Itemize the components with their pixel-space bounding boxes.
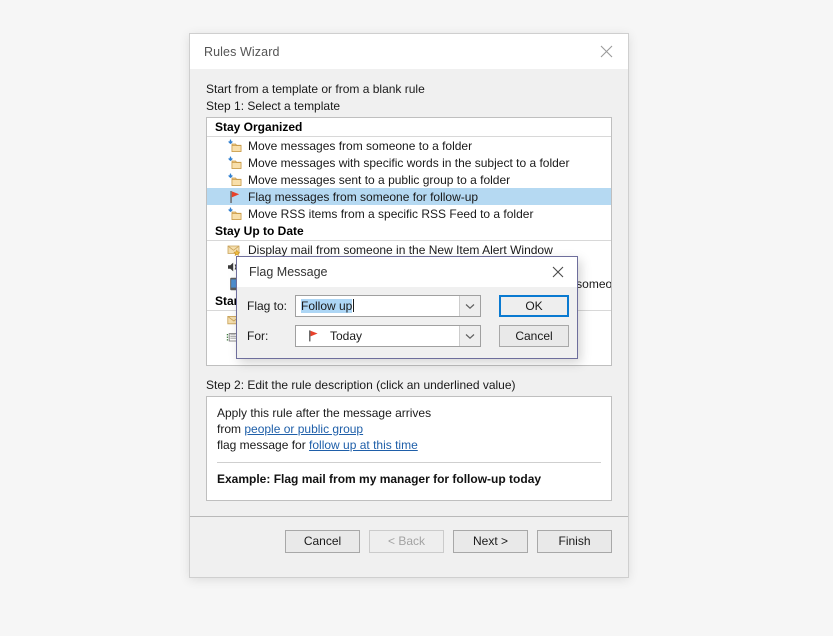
folder-move-icon bbox=[225, 206, 243, 222]
rule-line-2: from people or public group bbox=[217, 421, 601, 437]
folder-move-icon bbox=[225, 172, 243, 188]
rule-line-3-prefix: flag message for bbox=[217, 438, 310, 452]
for-combobox[interactable]: Today bbox=[295, 325, 481, 347]
wizard-intro-text: Start from a template or from a blank ru… bbox=[206, 82, 425, 96]
template-item-selected[interactable]: Flag messages from someone for follow-up bbox=[207, 188, 611, 205]
template-item-label: Move messages sent to a public group to … bbox=[248, 172, 511, 187]
rule-link-people-or-public-group[interactable]: people or public group bbox=[244, 422, 363, 436]
step1-label: Step 1: Select a template bbox=[206, 99, 341, 113]
step2-label: Step 2: Edit the rule description (click… bbox=[206, 378, 516, 392]
template-item-label: Flag messages from someone for follow-up bbox=[248, 189, 479, 204]
flag-dialog-title: Flag Message bbox=[249, 265, 328, 279]
flag-to-row: Flag to: Follow up bbox=[247, 295, 481, 317]
back-button: < Back bbox=[369, 530, 444, 553]
finish-button[interactable]: Finish bbox=[537, 530, 612, 553]
red-flag-icon bbox=[296, 329, 330, 343]
template-item-label: Move messages from someone to a folder bbox=[248, 138, 473, 153]
template-item[interactable]: Move RSS items from a specific RSS Feed … bbox=[207, 205, 611, 222]
flag-to-input[interactable]: Follow up bbox=[296, 296, 459, 316]
template-item-label: Move messages with specific words in the… bbox=[248, 155, 570, 170]
cancel-button[interactable]: Cancel bbox=[285, 530, 360, 553]
ok-button[interactable]: OK bbox=[499, 295, 569, 317]
cancel-button[interactable]: Cancel bbox=[499, 325, 569, 347]
flag-dialog-title-bar: Flag Message bbox=[237, 257, 577, 287]
flag-dialog-body: Flag to: Follow up For: Today OK Cancel bbox=[237, 287, 577, 358]
rule-line-2-prefix: from bbox=[217, 422, 245, 436]
red-flag-icon bbox=[225, 189, 243, 205]
folder-move-icon bbox=[225, 155, 243, 171]
template-item[interactable]: Move messages sent to a public group to … bbox=[207, 171, 611, 188]
close-icon[interactable] bbox=[539, 257, 577, 287]
text-caret bbox=[353, 299, 355, 312]
footer-button-bar: Cancel < Back Next > Finish bbox=[190, 517, 628, 553]
next-button[interactable]: Next > bbox=[453, 530, 528, 553]
window-title: Rules Wizard bbox=[204, 44, 280, 59]
folder-move-icon bbox=[225, 138, 243, 154]
group-header-stay-organized: Stay Organized bbox=[207, 118, 611, 137]
chevron-down-icon[interactable] bbox=[459, 296, 480, 316]
for-label: For: bbox=[247, 329, 269, 343]
description-divider bbox=[217, 462, 601, 463]
rule-example-text: Example: Flag mail from my manager for f… bbox=[217, 472, 542, 486]
rule-link-follow-up-at-this-time[interactable]: follow up at this time bbox=[309, 438, 418, 452]
flag-to-label: Flag to: bbox=[247, 299, 288, 313]
rule-line-1: Apply this rule after the message arrive… bbox=[217, 406, 432, 420]
rule-description-box[interactable]: Apply this rule after the message arrive… bbox=[206, 396, 612, 501]
flag-to-combobox[interactable]: Follow up bbox=[295, 295, 481, 317]
template-item-label: Move RSS items from a specific RSS Feed … bbox=[248, 206, 534, 221]
flag-to-value: Follow up bbox=[301, 299, 353, 313]
chevron-down-icon[interactable] bbox=[459, 326, 480, 346]
for-row: For: Today bbox=[247, 325, 481, 347]
template-item[interactable]: Move messages with specific words in the… bbox=[207, 154, 611, 171]
group-header-stay-up-to-date: Stay Up to Date bbox=[207, 222, 611, 241]
close-icon[interactable] bbox=[584, 34, 628, 69]
for-value: Today bbox=[330, 329, 363, 343]
rule-line-3: flag message for follow up at this time bbox=[217, 437, 601, 453]
flag-message-dialog: Flag Message Flag to: Follow up For: Tod… bbox=[236, 256, 578, 359]
template-item[interactable]: Move messages from someone to a folder bbox=[207, 137, 611, 154]
wizard-title-bar: Rules Wizard bbox=[190, 34, 628, 69]
